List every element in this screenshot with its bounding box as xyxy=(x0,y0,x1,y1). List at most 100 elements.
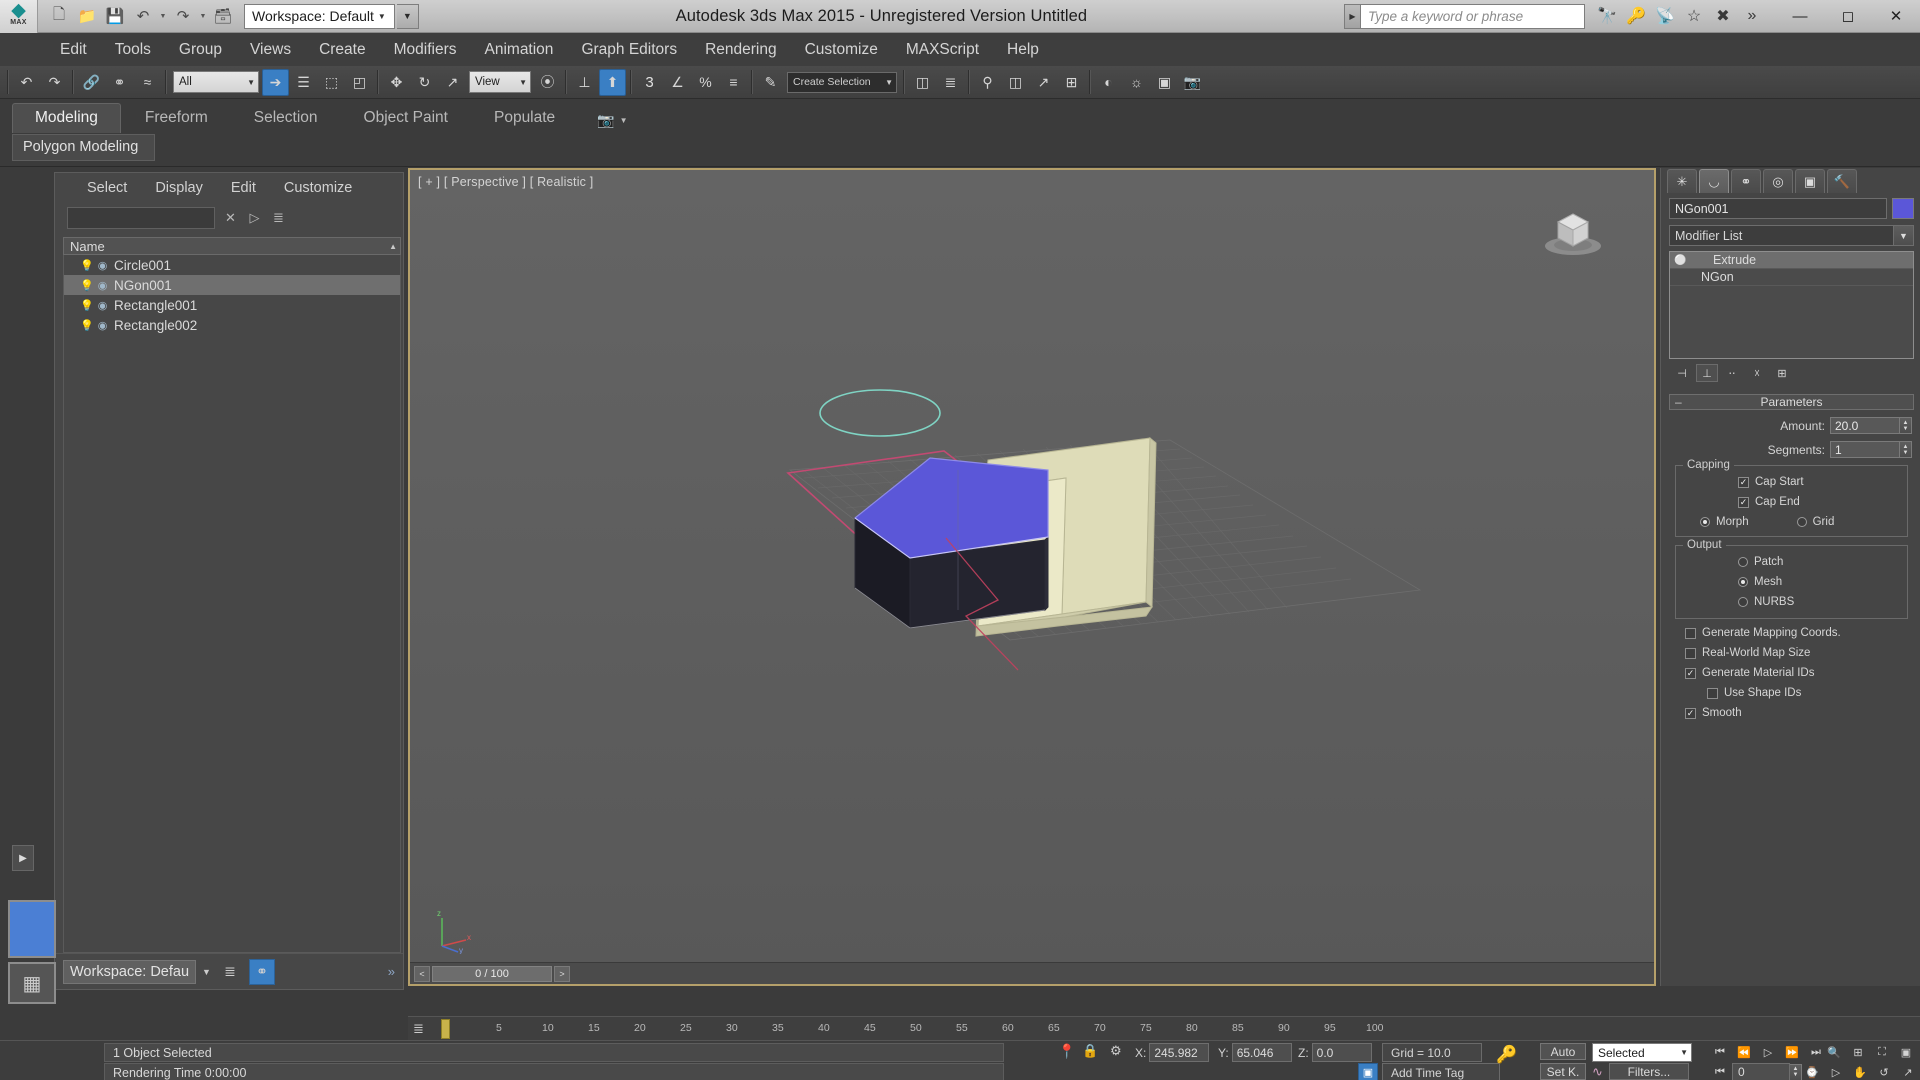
z-coordinate-value[interactable]: 0.0 xyxy=(1311,1043,1372,1062)
search-dropdown-icon[interactable]: ▶ xyxy=(1344,3,1360,29)
list-item[interactable]: 💡 ◉ Rectangle001 xyxy=(64,295,400,315)
window-crossing-icon[interactable]: ◰ xyxy=(346,69,373,96)
key-mode-toggle-icon[interactable]: ⏮ xyxy=(1708,1063,1732,1080)
sort-ascending-icon[interactable]: ▲ xyxy=(389,242,397,251)
track-bar[interactable]: ≣ 5 10 15 20 25 30 35 40 45 50 55 60 65 … xyxy=(408,1016,1920,1040)
amount-stepper[interactable]: ▲ ▼ xyxy=(1900,417,1912,434)
modifier-list-dropdown[interactable]: Modifier List ▼ xyxy=(1669,225,1914,246)
search-input[interactable]: Type a keyword or phrase xyxy=(1360,3,1585,29)
next-frame-icon[interactable]: ⏩ xyxy=(1780,1043,1804,1061)
hierarchy-tab[interactable]: ⚭ xyxy=(1731,169,1761,193)
menu-item-rendering[interactable]: Rendering xyxy=(691,37,791,63)
reference-coordinate-select[interactable]: View ▼ xyxy=(469,71,531,93)
explorer-menu-display[interactable]: Display xyxy=(143,177,215,199)
segments-stepper[interactable]: ▲ ▼ xyxy=(1900,441,1912,458)
select-object-icon[interactable]: ➔ xyxy=(262,68,289,96)
select-and-move-icon[interactable]: ✥ xyxy=(383,69,410,96)
layer-manager-icon[interactable]: ≣ xyxy=(937,69,964,96)
clear-search-icon[interactable]: ✕ xyxy=(222,210,239,226)
menu-item-group[interactable]: Group xyxy=(165,37,236,63)
mesh-radio[interactable] xyxy=(1738,577,1748,587)
save-file-icon[interactable]: 💾 xyxy=(102,3,128,29)
redo-icon[interactable]: ↷ xyxy=(170,3,196,29)
explorer-column-header[interactable]: Name ▲ xyxy=(63,237,401,255)
frame-readout[interactable]: 0 / 100 xyxy=(432,965,552,982)
ribbon-tab-selection[interactable]: Selection xyxy=(232,104,340,133)
light-bulb-icon[interactable]: 💡 xyxy=(80,299,94,312)
cap-end-row[interactable]: ✓ Cap End xyxy=(1682,496,1901,508)
layers-stack-icon[interactable]: ≣ xyxy=(270,210,287,226)
current-frame-input[interactable]: 0 xyxy=(1732,1063,1790,1080)
toggle-scene-explorer-icon[interactable]: ⚲ xyxy=(974,69,1001,96)
redo-scene-icon[interactable]: ↷ xyxy=(41,69,68,96)
menu-item-help[interactable]: Help xyxy=(993,37,1053,63)
menu-item-customize[interactable]: Customize xyxy=(791,37,892,63)
app-logo-button[interactable]: ◆ MAX xyxy=(0,0,38,33)
use-shape-ids-row[interactable]: Use Shape IDs xyxy=(1671,687,1912,699)
binoculars-icon[interactable]: 🔭 xyxy=(1593,2,1621,30)
snap-toggle-icon[interactable]: ⬆ xyxy=(599,68,626,96)
explorer-menu-customize[interactable]: Customize xyxy=(272,177,365,199)
use-shape-ids-checkbox[interactable] xyxy=(1707,687,1718,699)
light-bulb-icon[interactable]: 💡 xyxy=(80,279,94,292)
utilities-tab[interactable]: 🔨 xyxy=(1827,169,1857,193)
menu-item-views[interactable]: Views xyxy=(236,37,305,63)
generate-material-ids-row[interactable]: ✓ Generate Material IDs xyxy=(1671,667,1912,679)
menu-item-graph-editors[interactable]: Graph Editors xyxy=(567,37,691,63)
modifier-stack-item-ngon[interactable]: NGon xyxy=(1670,269,1913,286)
absolute-mode-icon[interactable]: ⚙ xyxy=(1110,1043,1122,1059)
add-time-tag-button[interactable]: Add Time Tag xyxy=(1382,1063,1500,1080)
selected-dropdown[interactable]: Selected ▼ xyxy=(1592,1043,1692,1062)
pin-stack-icon[interactable]: 📍 xyxy=(1058,1043,1075,1060)
object-color-button[interactable] xyxy=(1892,198,1914,219)
curve-editor-icon[interactable]: ↗ xyxy=(1030,69,1057,96)
select-by-name-icon[interactable]: ☰ xyxy=(290,69,317,96)
smooth-checkbox[interactable]: ✓ xyxy=(1685,707,1696,719)
curve-filter-icon[interactable]: ∿ xyxy=(1592,1064,1603,1080)
go-to-start-icon[interactable]: ⏮ xyxy=(1708,1043,1732,1061)
menu-item-edit[interactable]: Edit xyxy=(46,37,101,63)
object-name-input[interactable]: NGon001 xyxy=(1669,198,1887,219)
workspace-selector[interactable]: Workspace: Default ▼ xyxy=(244,3,395,29)
open-file-icon[interactable]: 📁 xyxy=(74,3,100,29)
select-link-icon[interactable]: 🔗 xyxy=(78,69,105,96)
select-and-scale-icon[interactable]: ↗ xyxy=(439,69,466,96)
generate-mapping-coords-row[interactable]: Generate Mapping Coords. xyxy=(1671,627,1912,639)
material-editor-icon[interactable]: ◐ xyxy=(1095,69,1122,96)
close-button[interactable]: ✕ xyxy=(1872,0,1920,32)
mirror-tool-icon[interactable]: ◫ xyxy=(909,69,936,96)
ribbon-tab-populate[interactable]: Populate xyxy=(472,104,577,133)
y-coordinate-field[interactable]: Y: 65.046 xyxy=(1218,1043,1292,1062)
view-cube[interactable] xyxy=(1540,194,1606,260)
layer-explorer-icon[interactable]: ≣ xyxy=(217,959,243,985)
menu-item-modifiers[interactable]: Modifiers xyxy=(380,37,471,63)
amount-spinner[interactable]: 20.0 ▲ ▼ xyxy=(1830,417,1912,434)
chevron-down-icon[interactable]: ▼ xyxy=(202,967,211,977)
key-filter-icon[interactable]: ≣ xyxy=(413,1021,424,1037)
project-folder-icon[interactable]: 🗃 xyxy=(210,3,236,29)
segments-spinner[interactable]: 1 ▲ ▼ xyxy=(1830,441,1912,458)
menu-item-animation[interactable]: Animation xyxy=(471,37,568,63)
time-configuration-icon[interactable]: ▣ xyxy=(1358,1063,1378,1080)
y-coordinate-value[interactable]: 65.046 xyxy=(1231,1043,1292,1062)
rendered-frame-icon[interactable]: ▣ xyxy=(1151,69,1178,96)
x-coordinate-value[interactable]: 245.982 xyxy=(1149,1043,1210,1062)
segments-input[interactable]: 1 xyxy=(1830,441,1900,458)
redo-dropdown-icon[interactable]: ▼ xyxy=(198,13,208,20)
align-icon[interactable]: ⊥ xyxy=(571,69,598,96)
menu-item-maxscript[interactable]: MAXScript xyxy=(892,37,993,63)
explorer-search-input[interactable] xyxy=(67,207,215,229)
new-file-icon[interactable]: 🗋 xyxy=(46,3,72,29)
previous-frame-icon[interactable]: ⏪ xyxy=(1732,1043,1756,1061)
light-bulb-icon[interactable]: 💡 xyxy=(80,319,94,332)
scroll-right-button[interactable]: > xyxy=(554,965,570,982)
zoom-all-icon[interactable]: ⊞ xyxy=(1846,1043,1870,1061)
parameters-rollout-header[interactable]: – Parameters xyxy=(1669,394,1914,410)
perspective-viewport[interactable]: [ + ] [ Perspective ] [ Realistic ] z x xyxy=(410,170,1654,984)
cap-start-checkbox[interactable]: ✓ xyxy=(1738,476,1749,488)
render-setup-icon[interactable]: ☼ xyxy=(1123,69,1150,96)
auto-key-button[interactable]: Auto xyxy=(1540,1043,1586,1060)
list-item[interactable]: 💡 ◉ NGon001 xyxy=(64,275,400,295)
use-center-flyout-icon[interactable]: ⦿ xyxy=(534,69,561,96)
modifier-stack-item-extrude[interactable]: ⚪ Extrude xyxy=(1670,252,1913,269)
